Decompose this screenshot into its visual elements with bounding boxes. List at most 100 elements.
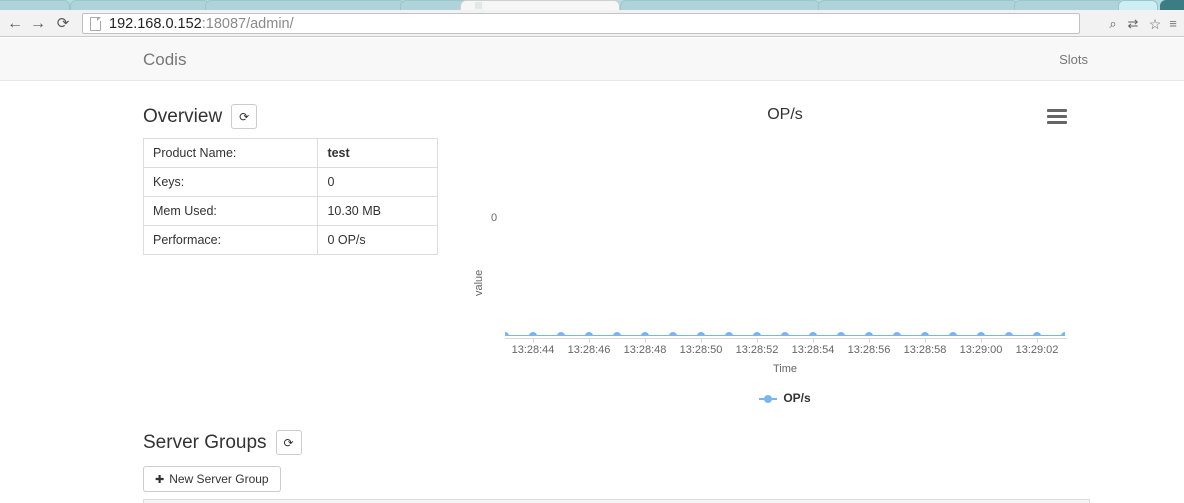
- browser-tab[interactable]: [70, 0, 218, 10]
- chart-data-point[interactable]: [1061, 332, 1065, 336]
- chart-data-point[interactable]: [1033, 332, 1041, 336]
- chart-x-tick-label: 13:28:58: [903, 344, 947, 356]
- chart-data-point[interactable]: [893, 332, 901, 336]
- reload-icon[interactable]: ⟳: [52, 14, 74, 34]
- chart-data-point[interactable]: [641, 332, 649, 336]
- forward-icon[interactable]: →: [27, 14, 49, 34]
- address-bar[interactable]: 192.168.0.152:18087/admin/: [82, 13, 1080, 34]
- row-value: 0 OP/s: [317, 225, 438, 255]
- chart-x-tick-label: 13:29:00: [959, 344, 1003, 356]
- chart-x-tick-label: 13:28:44: [511, 344, 555, 356]
- chart-x-tick-label: 13:28:56: [847, 344, 891, 356]
- table-row: Keys: 0: [142, 167, 438, 197]
- nav-link-slots[interactable]: Slots: [1059, 51, 1088, 69]
- row-value: 0: [317, 167, 438, 197]
- table-row: Mem Used: 10.30 MB: [142, 196, 438, 226]
- server-groups-title: Server Groups: [143, 431, 267, 453]
- chart-x-tick-label: 13:28:54: [791, 344, 835, 356]
- url-text: 192.168.0.152:18087/admin/: [109, 16, 294, 33]
- row-value: test: [317, 138, 438, 168]
- browser-tab-active[interactable]: [460, 0, 620, 10]
- chart-plot-area: [505, 211, 1065, 336]
- back-icon[interactable]: ←: [4, 14, 26, 34]
- refresh-icon: ⟳: [283, 435, 294, 450]
- row-label: Performace:: [142, 225, 319, 255]
- chart-x-tick-label: 13:29:02: [1015, 344, 1059, 356]
- chart-data-point[interactable]: [529, 332, 537, 336]
- overview-refresh-button[interactable]: ⟳: [231, 104, 258, 129]
- chart-x-tick-label: 13:28:46: [567, 344, 611, 356]
- browser-menu-icon[interactable]: ≡: [1164, 16, 1182, 32]
- app-navbar: Codis Slots: [0, 38, 1184, 81]
- chart-data-point[interactable]: [837, 332, 845, 336]
- chart-data-point[interactable]: [585, 332, 593, 336]
- translate-icon[interactable]: ⇄: [1124, 16, 1142, 32]
- browser-tab[interactable]: [0, 0, 70, 10]
- bookmark-star-icon[interactable]: ☆: [1146, 16, 1164, 32]
- row-label: Mem Used:: [142, 196, 319, 226]
- url-path: :18087/admin/: [201, 16, 294, 32]
- row-label: Keys:: [142, 167, 319, 197]
- chart-y-tick-label: 0: [491, 212, 498, 224]
- new-server-group-button[interactable]: ✚ New Server Group: [143, 466, 281, 492]
- row-label: Product Name:: [142, 138, 319, 168]
- main-content: Overview ⟳ Product Name: test Keys: 0 Me…: [0, 81, 1184, 503]
- browser-tab[interactable]: [1118, 0, 1158, 10]
- table-row: Product Name: test: [142, 138, 438, 168]
- url-host: 192.168.0.152: [109, 16, 202, 32]
- refresh-icon: ⟳: [239, 109, 250, 124]
- chart-x-tick: [925, 338, 926, 343]
- browser-tab[interactable]: [620, 0, 820, 10]
- chart-data-point[interactable]: [753, 332, 761, 336]
- chart-x-tick-label: 13:28:52: [735, 344, 779, 356]
- chart-data-point[interactable]: [669, 332, 677, 336]
- chart-title: OP/s: [767, 106, 803, 123]
- chart-x-tick: [869, 338, 870, 343]
- chart-data-point[interactable]: [921, 332, 929, 336]
- chart-data-point[interactable]: [613, 332, 621, 336]
- chart-x-tick: [589, 338, 590, 343]
- chart-data-point[interactable]: [781, 332, 789, 336]
- chart-data-point[interactable]: [505, 332, 509, 336]
- overview-table: Product Name: test Keys: 0 Mem Used: 10.…: [142, 138, 438, 255]
- plus-icon: ✚: [155, 473, 165, 486]
- app-brand[interactable]: Codis: [143, 49, 186, 70]
- chart-data-point[interactable]: [725, 332, 733, 336]
- chart-data-point[interactable]: [865, 332, 873, 336]
- browser-toolbar: ← → ⟳ 192.168.0.152:18087/admin/ ⌕ ⇄ ☆ ≡: [0, 10, 1184, 37]
- browser-tab-strip: [0, 0, 1184, 10]
- row-value: 10.30 MB: [317, 196, 438, 226]
- chart-data-point[interactable]: [1005, 332, 1013, 336]
- chart-legend[interactable]: OP/s: [455, 391, 1115, 405]
- ops-chart: OP/s value 0 13:28:44 13:28:46 13:28:48 13:…: [455, 91, 1115, 416]
- chart-context-menu-icon[interactable]: [1047, 109, 1067, 125]
- chart-data-point[interactable]: [977, 332, 985, 336]
- chart-x-tick: [813, 338, 814, 343]
- browser-tab[interactable]: [1160, 0, 1184, 10]
- search-icon[interactable]: ⌕: [1104, 16, 1122, 32]
- chart-x-tick: [701, 338, 702, 343]
- server-groups-refresh-button[interactable]: ⟳: [275, 430, 302, 455]
- chart-x-tick-label: 13:28:50: [679, 344, 723, 356]
- browser-tab[interactable]: [205, 0, 418, 10]
- overview-header: Overview ⟳: [143, 104, 258, 129]
- overview-title: Overview: [143, 105, 223, 127]
- browser-tab[interactable]: [1014, 0, 1128, 10]
- chart-data-point[interactable]: [697, 332, 705, 336]
- page-document-icon: [90, 17, 101, 31]
- chart-x-tick: [533, 338, 534, 343]
- chart-x-tick: [981, 338, 982, 343]
- chart-x-tick-label: 13:28:48: [623, 344, 667, 356]
- chart-data-point[interactable]: [557, 332, 565, 336]
- server-groups-header: Server Groups ⟳: [143, 430, 302, 455]
- chart-x-tick: [645, 338, 646, 343]
- chart-x-tick: [757, 338, 758, 343]
- table-row: Performace: 0 OP/s: [142, 225, 438, 255]
- server-groups-table-header: [143, 499, 1090, 503]
- chart-data-point[interactable]: [949, 332, 957, 336]
- chart-y-axis-label: value: [473, 269, 485, 296]
- browser-tab[interactable]: [818, 0, 1036, 10]
- new-server-group-label: New Server Group: [169, 472, 269, 486]
- chart-data-point[interactable]: [809, 332, 817, 336]
- legend-series-label: OP/s: [783, 391, 811, 405]
